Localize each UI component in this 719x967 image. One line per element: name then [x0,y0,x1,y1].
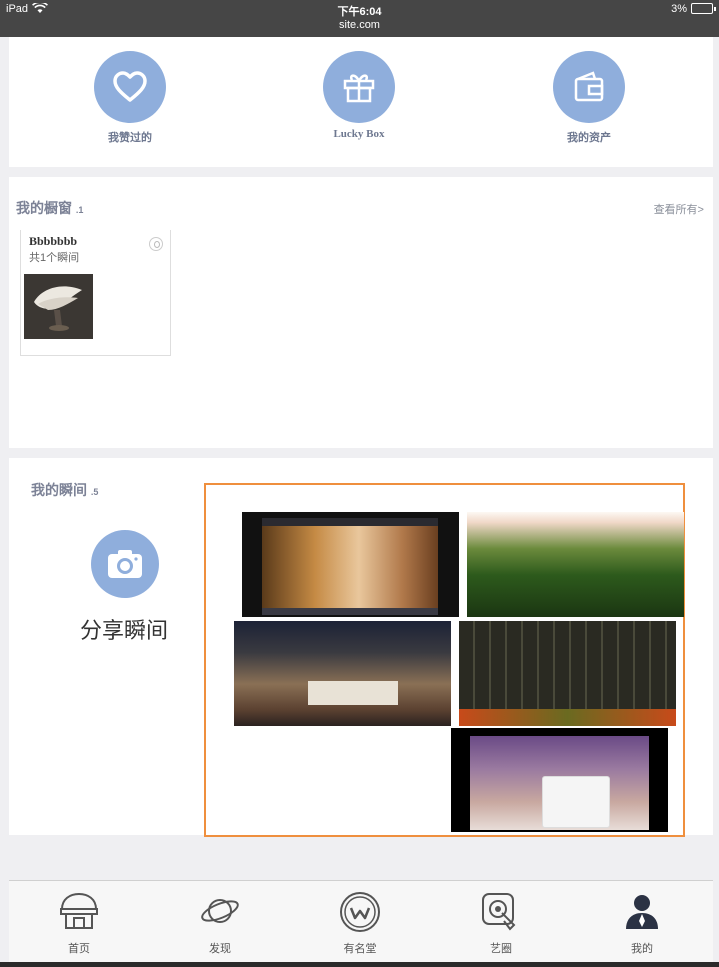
share-moment-button[interactable] [91,530,159,598]
tab-discover[interactable]: 发现 [160,881,280,963]
window-title-text: 我的橱窗 [16,200,72,216]
photo-content [262,526,438,608]
liked-button[interactable] [94,51,166,123]
camera-icon [108,550,142,578]
battery-icon [691,3,716,14]
liked-label: 我赞过的 [108,132,152,144]
assets-label: 我的资产 [567,132,611,144]
moment-photo[interactable] [451,728,668,832]
photo-content [470,736,649,830]
photo-content [308,681,398,705]
user-icon [626,895,658,929]
sculpture-image [24,274,93,339]
window-card-image [24,274,93,339]
battery-percent: 3% [671,3,687,15]
window-count: .1 [75,205,84,215]
tab-bar: 首页 发现 有名堂 艺圈 我的 [9,880,713,962]
moment-photo[interactable] [467,512,684,617]
window-card-subtitle: 共1个瞬间 [29,252,80,264]
touch-icon [482,893,516,931]
share-moment-label[interactable]: 分享瞬间 [64,613,184,645]
address-bar[interactable]: site.com [0,19,719,31]
home-icon [60,892,98,929]
tab-art-circle[interactable]: 艺圈 [441,881,561,963]
photo-device [542,776,610,828]
lucky-box-label: Lucky Box [333,128,385,140]
logo-w-icon [340,892,380,932]
lucky-box-button[interactable] [323,51,395,123]
quick-actions-panel: 我赞过的 Lucky Box 我的资产 [9,37,713,167]
window-card[interactable]: Bbbbbbb 共1个瞬间 [20,230,171,356]
moments-title: 我的瞬间 .5 [31,480,98,500]
wallet-icon [574,71,604,102]
tab-youmingtang-label: 有名堂 [343,943,377,955]
planet-icon [201,899,239,923]
photo-content [459,709,676,726]
tab-me-label: 我的 [631,943,653,955]
tab-art-circle-label: 艺圈 [490,943,512,955]
tab-home[interactable]: 首页 [19,881,139,963]
window-card-title: Bbbbbbb [29,234,78,248]
moment-photo[interactable] [234,621,451,726]
window-title: 我的橱窗 .1 [16,198,83,218]
assets-button[interactable] [553,51,625,123]
settings-icon[interactable] [149,237,163,251]
moment-photo[interactable] [242,512,459,617]
moments-count: .5 [90,487,99,497]
gift-icon [343,74,375,103]
tab-discover-label: 发现 [209,943,231,955]
moment-photo[interactable] [459,621,676,726]
moments-title-text: 我的瞬间 [31,482,87,498]
photo-bottombar [262,608,438,615]
bottom-edge [0,962,719,967]
tab-home-label: 首页 [68,943,90,955]
tab-me[interactable]: 我的 [582,881,702,963]
window-panel: 我的橱窗 .1 查看所有> Bbbbbbb 共1个瞬间 [9,177,713,448]
heart-icon [113,71,147,102]
clock: 下午6:04 [337,6,382,18]
see-all-link[interactable]: 查看所有> [654,201,704,217]
photo-topbar [262,518,438,526]
moments-photo-grid [204,483,685,837]
tab-youmingtang[interactable]: 有名堂 [300,881,420,963]
status-bar: iPad 下午6:04 site.com 3% [0,0,719,37]
